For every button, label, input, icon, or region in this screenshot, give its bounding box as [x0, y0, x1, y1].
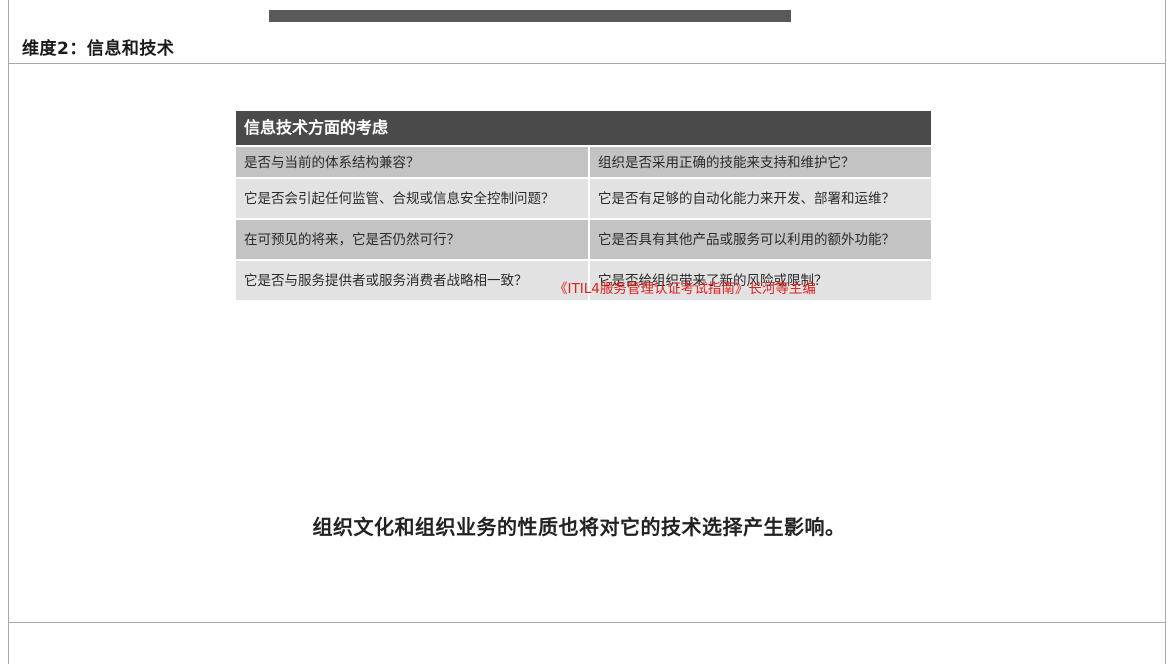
conclusion-statement: 组织文化和组织业务的性质也将对它的技术选择产生影响。: [312, 515, 846, 539]
bottom-divider: [9, 622, 1165, 623]
table-row: 在可预见的将来，它是否仍然可行？ 它是否具有其他产品或服务可以利用的额外功能？: [236, 218, 931, 259]
table-cell: 它是否会引起任何监管、合规或信息安全控制问题？: [236, 179, 588, 218]
table-cell: 它是否具有其他产品或服务可以利用的额外功能？: [590, 220, 931, 259]
table-row: 它是否会引起任何监管、合规或信息安全控制问题？ 它是否有足够的自动化能力来开发、…: [236, 177, 931, 218]
title-divider: [9, 63, 1165, 64]
slide-frame: [8, 0, 1166, 664]
slide-title: 维度2：信息和技术: [22, 39, 175, 59]
source-citation: 《ITIL4服务管理认证考试指南》长河等主编: [554, 281, 816, 297]
table-cell: 组织是否采用正确的技能来支持和维护它？: [590, 147, 931, 177]
table-row: 它是否与服务提供者或服务消费者战略相一致？ 它是否给组织带来了新的风险或限制？ …: [236, 259, 931, 300]
table-row: 是否与当前的体系结构兼容？ 组织是否采用正确的技能来支持和维护它？: [236, 145, 931, 177]
table-cell: 它是否有足够的自动化能力来开发、部署和运维？: [590, 179, 931, 218]
top-decor-bar: [269, 10, 791, 22]
table-cell: 是否与当前的体系结构兼容？: [236, 147, 588, 177]
considerations-table: 信息技术方面的考虑 是否与当前的体系结构兼容？ 组织是否采用正确的技能来支持和维…: [236, 111, 931, 300]
table-cell: 它是否与服务提供者或服务消费者战略相一致？: [236, 261, 588, 300]
table-cell: 在可预见的将来，它是否仍然可行？: [236, 220, 588, 259]
table-header: 信息技术方面的考虑: [236, 111, 931, 145]
